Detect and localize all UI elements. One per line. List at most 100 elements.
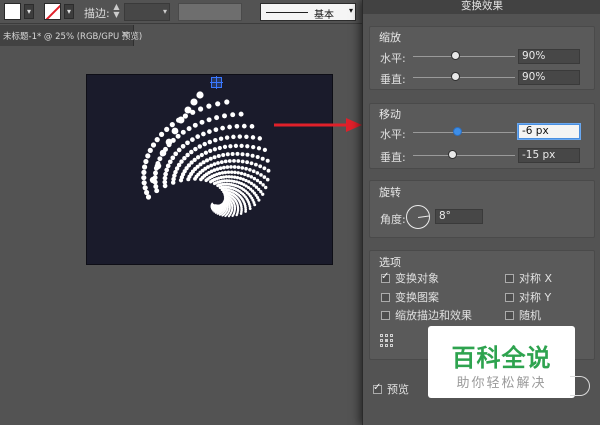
checkbox-icon: [505, 274, 514, 283]
spiral-dot: [245, 144, 250, 149]
spiral-dot: [192, 157, 197, 163]
spiral-dot: [256, 146, 262, 151]
spiral-dot: [253, 203, 257, 207]
checkbox-icon: [381, 293, 390, 302]
spiral-dot: [245, 160, 250, 165]
reference-point-icon[interactable]: [380, 334, 393, 347]
random-label: 随机: [519, 309, 541, 322]
transform-objects-checkbox[interactable]: 变换对象: [381, 270, 439, 286]
spiral-dot: [262, 166, 267, 171]
scale-strokes-checkbox[interactable]: 缩放描边和效果: [381, 307, 472, 323]
spiral-dot: [250, 135, 256, 140]
red-arrow-annotation: [274, 118, 362, 132]
spiral-dot: [236, 165, 241, 170]
spiral-dot: [167, 159, 173, 165]
spiral-dot: [193, 146, 198, 152]
scale-horizontal-slider-knob[interactable]: [451, 51, 460, 60]
spiral-dot: [141, 169, 147, 175]
move-vertical-field[interactable]: -15 px: [518, 148, 580, 163]
random-checkbox[interactable]: 随机: [505, 307, 541, 323]
spiral-dot: [145, 153, 151, 159]
spiral-dot: [185, 152, 190, 158]
scale-strokes-label: 缩放描边和效果: [395, 309, 472, 322]
spiral-dot: [159, 131, 165, 137]
spiral-dot: [163, 171, 168, 177]
transform-center-handle[interactable]: [210, 76, 223, 89]
spiral-dot: [241, 123, 247, 129]
move-horizontal-slider[interactable]: [413, 132, 515, 133]
spiral-dot: [231, 134, 236, 140]
move-horizontal-slider-knob[interactable]: [453, 127, 462, 136]
spiral-dot: [221, 152, 226, 158]
spiral-dot: [231, 214, 234, 218]
spiral-dot: [212, 162, 217, 167]
rotate-angle-label: 角度:: [380, 213, 406, 226]
reflect-y-checkbox[interactable]: 对称 Y: [505, 289, 551, 305]
spiral-dot: [235, 213, 238, 217]
scale-vertical-slider[interactable]: [413, 77, 515, 78]
move-vertical-slider-knob[interactable]: [448, 150, 457, 159]
reflect-x-checkbox[interactable]: 对称 X: [505, 270, 552, 286]
spiral-dot: [233, 170, 237, 175]
spiral-dot: [220, 171, 225, 175]
watermark-logo: 百科全说 助你轻松解决: [428, 326, 575, 398]
scale-horizontal-field[interactable]: 90%: [518, 49, 580, 64]
spiral-dot: [212, 155, 217, 160]
spiral-dot: [201, 131, 206, 137]
move-horizontal-field[interactable]: -6 px: [518, 124, 580, 139]
spiral-dot: [197, 144, 203, 149]
spiral-dot: [257, 136, 263, 141]
spiral-dot: [240, 152, 245, 157]
spiral-dot: [162, 175, 168, 181]
spiral-dot: [230, 175, 234, 179]
spiral-dot: [225, 165, 230, 169]
spiral-dot: [246, 173, 250, 178]
preview-checkbox[interactable]: 预览: [373, 381, 409, 397]
spiral-dot: [199, 152, 204, 158]
checkbox-checked-icon: [373, 382, 382, 394]
spiral-dot: [227, 215, 230, 218]
scale-horizontal-slider[interactable]: [413, 56, 515, 57]
move-vertical-slider[interactable]: [413, 155, 515, 156]
spiral-dot: [249, 124, 255, 129]
spiral-dot: [235, 176, 240, 180]
angle-dial[interactable]: [406, 205, 430, 229]
scale-section-title: 缩放: [379, 31, 401, 44]
spiral-dot: [220, 125, 225, 131]
spiral-dot: [145, 194, 152, 200]
spiral-dot: [218, 136, 224, 141]
checkbox-icon: [505, 293, 514, 302]
spiral-dot: [186, 126, 192, 132]
spiral-dot: [142, 164, 148, 170]
ok-button[interactable]: [570, 376, 590, 396]
spiral-dot: [255, 178, 260, 183]
spiral-dot: [265, 177, 270, 182]
spiral-dot: [170, 155, 176, 161]
scale-vertical-slider-knob[interactable]: [451, 72, 460, 81]
spiral-dot: [262, 147, 268, 153]
spiral-dot: [153, 184, 159, 189]
spiral-dot: [252, 176, 257, 181]
transform-patterns-checkbox[interactable]: 变换图案: [381, 289, 439, 305]
spiral-dot: [206, 117, 212, 123]
spiral-dot: [232, 165, 237, 169]
spiral-dot: [250, 153, 255, 158]
spiral-dot: [244, 178, 248, 183]
spiral-dot: [184, 106, 192, 114]
spiral-dot: [217, 171, 222, 176]
spiral-dot: [206, 103, 212, 109]
spiral-dot: [261, 183, 265, 187]
spiral-dot: [226, 170, 231, 174]
spiral-dot: [162, 179, 168, 185]
spiral-dot: [141, 180, 147, 186]
spiral-dot: [142, 185, 148, 191]
spiral-dot: [199, 119, 205, 125]
spiral-dot: [259, 173, 263, 177]
spiral-dot: [266, 168, 271, 173]
scale-vertical-field[interactable]: 90%: [518, 70, 580, 85]
spiral-dot: [208, 148, 213, 154]
rotate-angle-field[interactable]: 8°: [435, 209, 483, 224]
spiral-dot: [202, 141, 207, 147]
watermark-main-text: 百科全说: [451, 344, 552, 372]
spiral-dot: [233, 143, 239, 149]
